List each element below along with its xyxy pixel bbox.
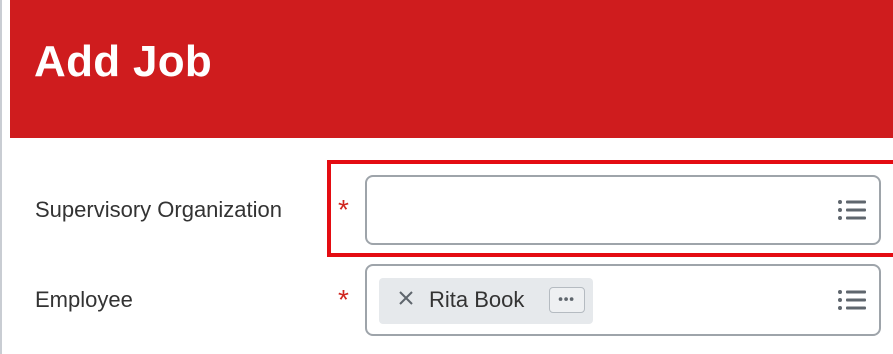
supervisory-organization-label: Supervisory Organization [35,197,283,222]
add-job-panel: Add Job Supervisory Organization * Emplo… [0,0,893,354]
list-icon[interactable] [837,198,867,222]
ellipsis-icon [558,297,574,301]
required-marker: * [338,284,349,315]
employee-input[interactable]: Rita Book [365,264,881,336]
supervisory-organization-input[interactable] [365,175,881,245]
list-icon[interactable] [837,288,867,312]
selected-employee-name: Rita Book [429,287,525,312]
close-icon[interactable] [397,289,415,307]
page-header: Add Job [10,0,893,138]
employee-label: Employee [35,287,133,312]
more-options-button[interactable] [549,287,585,313]
selected-employee-chip[interactable]: Rita Book [379,278,593,324]
page-title: Add Job [34,37,213,86]
